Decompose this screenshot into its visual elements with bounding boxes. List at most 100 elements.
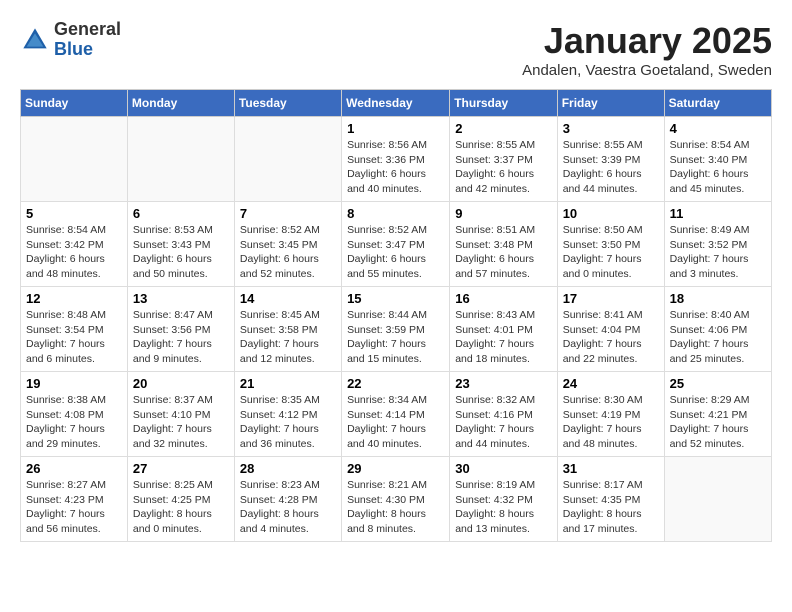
calendar-cell: 24 Sunrise: 8:30 AM Sunset: 4:19 PM Dayli…: [557, 372, 664, 457]
day-number: 2: [455, 121, 551, 136]
day-info: Sunrise: 8:51 AM Sunset: 3:48 PM Dayligh…: [455, 223, 551, 282]
day-info: Sunrise: 8:55 AM Sunset: 3:37 PM Dayligh…: [455, 138, 551, 197]
calendar-cell: 2 Sunrise: 8:55 AM Sunset: 3:37 PM Daylig…: [450, 117, 557, 202]
day-info: Sunrise: 8:30 AM Sunset: 4:19 PM Dayligh…: [563, 393, 659, 452]
day-info: Sunrise: 8:37 AM Sunset: 4:10 PM Dayligh…: [133, 393, 229, 452]
day-info: Sunrise: 8:41 AM Sunset: 4:04 PM Dayligh…: [563, 308, 659, 367]
day-info: Sunrise: 8:48 AM Sunset: 3:54 PM Dayligh…: [26, 308, 122, 367]
calendar-cell: 31 Sunrise: 8:17 AM Sunset: 4:35 PM Dayli…: [557, 457, 664, 542]
calendar-cell: 3Sunrise: 8:55 AM Sunset: 3:39 PM Daylig…: [557, 117, 664, 202]
day-number: 5: [26, 206, 122, 221]
day-info: Sunrise: 8:19 AM Sunset: 4:32 PM Dayligh…: [455, 478, 551, 537]
day-info: Sunrise: 8:49 AM Sunset: 3:52 PM Dayligh…: [670, 223, 766, 282]
day-number: 14: [240, 291, 336, 306]
title-block: January 2025 Andalen, Vaestra Goetaland,…: [522, 20, 772, 79]
day-number: 19: [26, 376, 122, 391]
day-number: 30: [455, 461, 551, 476]
weekday-header: Sunday: [21, 90, 128, 117]
calendar-cell: 25Sunrise: 8:29 AM Sunset: 4:21 PM Dayli…: [664, 372, 771, 457]
calendar-cell: 17 Sunrise: 8:41 AM Sunset: 4:04 PM Dayli…: [557, 287, 664, 372]
day-info: Sunrise: 8:40 AM Sunset: 4:06 PM Dayligh…: [670, 308, 766, 367]
calendar-cell: 16 Sunrise: 8:43 AM Sunset: 4:01 PM Dayli…: [450, 287, 557, 372]
calendar-cell: [234, 117, 341, 202]
calendar-cell: 11Sunrise: 8:49 AM Sunset: 3:52 PM Dayli…: [664, 202, 771, 287]
day-info: Sunrise: 8:38 AM Sunset: 4:08 PM Dayligh…: [26, 393, 122, 452]
logo-general: General: [54, 20, 121, 40]
calendar-cell: 28 Sunrise: 8:23 AM Sunset: 4:28 PM Dayli…: [234, 457, 341, 542]
day-number: 22: [347, 376, 444, 391]
calendar-cell: 19 Sunrise: 8:38 AM Sunset: 4:08 PM Dayli…: [21, 372, 128, 457]
day-info: Sunrise: 8:32 AM Sunset: 4:16 PM Dayligh…: [455, 393, 551, 452]
day-info: Sunrise: 8:43 AM Sunset: 4:01 PM Dayligh…: [455, 308, 551, 367]
calendar-cell: 5 Sunrise: 8:54 AM Sunset: 3:42 PM Daylig…: [21, 202, 128, 287]
day-number: 8: [347, 206, 444, 221]
day-number: 21: [240, 376, 336, 391]
calendar-table: SundayMondayTuesdayWednesdayThursdayFrid…: [20, 89, 772, 542]
calendar-cell: 8 Sunrise: 8:52 AM Sunset: 3:47 PM Daylig…: [342, 202, 450, 287]
day-number: 17: [563, 291, 659, 306]
day-info: Sunrise: 8:17 AM Sunset: 4:35 PM Dayligh…: [563, 478, 659, 537]
day-number: 12: [26, 291, 122, 306]
day-info: Sunrise: 8:25 AM Sunset: 4:25 PM Dayligh…: [133, 478, 229, 537]
day-info: Sunrise: 8:47 AM Sunset: 3:56 PM Dayligh…: [133, 308, 229, 367]
day-number: 18: [670, 291, 766, 306]
day-number: 9: [455, 206, 551, 221]
calendar-cell: 18 Sunrise: 8:40 AM Sunset: 4:06 PM Dayli…: [664, 287, 771, 372]
location: Andalen, Vaestra Goetaland, Sweden: [522, 62, 772, 79]
day-number: 24: [563, 376, 659, 391]
day-number: 15: [347, 291, 444, 306]
page-header: General Blue January 2025 Andalen, Vaest…: [20, 20, 772, 79]
day-info: Sunrise: 8:55 AM Sunset: 3:39 PM Dayligh…: [563, 138, 659, 197]
day-info: Sunrise: 8:50 AM Sunset: 3:50 PM Dayligh…: [563, 223, 659, 282]
calendar-cell: 10Sunrise: 8:50 AM Sunset: 3:50 PM Dayli…: [557, 202, 664, 287]
day-number: 28: [240, 461, 336, 476]
weekday-header: Tuesday: [234, 90, 341, 117]
calendar-week-row: 12 Sunrise: 8:48 AM Sunset: 3:54 PM Dayli…: [21, 287, 772, 372]
day-info: Sunrise: 8:52 AM Sunset: 3:45 PM Dayligh…: [240, 223, 336, 282]
weekday-header-row: SundayMondayTuesdayWednesdayThursdayFrid…: [21, 90, 772, 117]
calendar-week-row: 26Sunrise: 8:27 AM Sunset: 4:23 PM Dayli…: [21, 457, 772, 542]
day-info: Sunrise: 8:54 AM Sunset: 3:40 PM Dayligh…: [670, 138, 766, 197]
calendar-cell: 20 Sunrise: 8:37 AM Sunset: 4:10 PM Dayli…: [127, 372, 234, 457]
calendar-week-row: 19 Sunrise: 8:38 AM Sunset: 4:08 PM Dayli…: [21, 372, 772, 457]
logo-blue: Blue: [54, 40, 121, 60]
calendar-cell: 6Sunrise: 8:53 AM Sunset: 3:43 PM Daylig…: [127, 202, 234, 287]
day-number: 13: [133, 291, 229, 306]
day-info: Sunrise: 8:56 AM Sunset: 3:36 PM Dayligh…: [347, 138, 444, 197]
calendar-week-row: 1 Sunrise: 8:56 AM Sunset: 3:36 PM Daylig…: [21, 117, 772, 202]
calendar-cell: 14 Sunrise: 8:45 AM Sunset: 3:58 PM Dayli…: [234, 287, 341, 372]
day-info: Sunrise: 8:45 AM Sunset: 3:58 PM Dayligh…: [240, 308, 336, 367]
day-number: 26: [26, 461, 122, 476]
calendar-cell: 23 Sunrise: 8:32 AM Sunset: 4:16 PM Dayli…: [450, 372, 557, 457]
day-number: 4: [670, 121, 766, 136]
day-info: Sunrise: 8:23 AM Sunset: 4:28 PM Dayligh…: [240, 478, 336, 537]
day-info: Sunrise: 8:52 AM Sunset: 3:47 PM Dayligh…: [347, 223, 444, 282]
logo: General Blue: [20, 20, 121, 60]
day-number: 7: [240, 206, 336, 221]
day-info: Sunrise: 8:34 AM Sunset: 4:14 PM Dayligh…: [347, 393, 444, 452]
calendar-week-row: 5 Sunrise: 8:54 AM Sunset: 3:42 PM Daylig…: [21, 202, 772, 287]
weekday-header: Friday: [557, 90, 664, 117]
day-number: 1: [347, 121, 444, 136]
calendar-cell: 22 Sunrise: 8:34 AM Sunset: 4:14 PM Dayli…: [342, 372, 450, 457]
calendar-cell: [127, 117, 234, 202]
calendar-cell: [21, 117, 128, 202]
day-number: 20: [133, 376, 229, 391]
day-number: 23: [455, 376, 551, 391]
day-number: 31: [563, 461, 659, 476]
day-info: Sunrise: 8:54 AM Sunset: 3:42 PM Dayligh…: [26, 223, 122, 282]
day-number: 16: [455, 291, 551, 306]
day-number: 29: [347, 461, 444, 476]
calendar-cell: 12 Sunrise: 8:48 AM Sunset: 3:54 PM Dayli…: [21, 287, 128, 372]
calendar-cell: 9 Sunrise: 8:51 AM Sunset: 3:48 PM Daylig…: [450, 202, 557, 287]
calendar-cell: 13 Sunrise: 8:47 AM Sunset: 3:56 PM Dayli…: [127, 287, 234, 372]
calendar-cell: [664, 457, 771, 542]
calendar-cell: 29Sunrise: 8:21 AM Sunset: 4:30 PM Dayli…: [342, 457, 450, 542]
logo-icon: [20, 25, 50, 55]
day-number: 6: [133, 206, 229, 221]
calendar-cell: 1 Sunrise: 8:56 AM Sunset: 3:36 PM Daylig…: [342, 117, 450, 202]
day-info: Sunrise: 8:29 AM Sunset: 4:21 PM Dayligh…: [670, 393, 766, 452]
month-title: January 2025: [522, 20, 772, 62]
calendar-cell: 15Sunrise: 8:44 AM Sunset: 3:59 PM Dayli…: [342, 287, 450, 372]
day-number: 27: [133, 461, 229, 476]
